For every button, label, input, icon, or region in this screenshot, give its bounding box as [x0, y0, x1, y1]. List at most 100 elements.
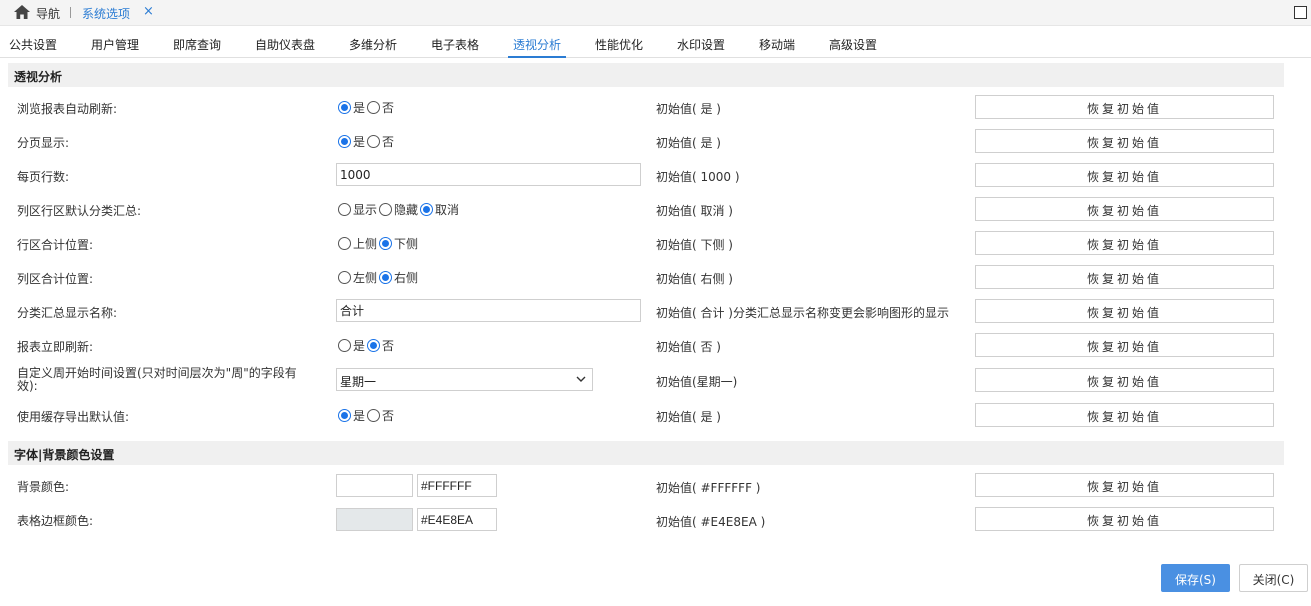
active-tab-title[interactable]: 系统选项	[82, 5, 130, 22]
bg-color-swatch[interactable]	[336, 474, 413, 497]
reset-button[interactable]: 恢复初始值	[975, 231, 1274, 255]
setting-row-auto-refresh: 浏览报表自动刷新: 是 否 初始值( 是 ) 恢复初始值	[0, 92, 1311, 122]
reset-button[interactable]: 恢复初始值	[975, 368, 1274, 392]
reset-button[interactable]: 恢复初始值	[975, 197, 1274, 221]
tab-advanced[interactable]: 高级设置	[829, 36, 877, 58]
reset-button[interactable]: 恢复初始值	[975, 265, 1274, 289]
tab-adhoc-query[interactable]: 即席查询	[173, 36, 221, 58]
bg-color-input[interactable]	[417, 474, 497, 497]
setting-label: 浏览报表自动刷新:	[17, 102, 118, 116]
radio-label: 隐藏	[394, 203, 419, 217]
radio-left[interactable]	[338, 271, 351, 284]
setting-label: 背景颜色:	[17, 480, 70, 494]
home-icon[interactable]	[14, 5, 30, 19]
tab-performance[interactable]: 性能优化	[595, 36, 643, 58]
tab-multidim-analysis[interactable]: 多维分析	[349, 36, 397, 58]
radio-show[interactable]	[338, 203, 351, 216]
initial-value: 初始值( 合计 )分类汇总显示名称变更会影响图形的显示	[656, 306, 949, 320]
radio-group: 是 否	[338, 407, 396, 424]
radio-no[interactable]	[367, 101, 381, 114]
subtotal-name-input[interactable]	[336, 299, 641, 322]
radio-label: 是	[353, 339, 366, 353]
tab-public-settings[interactable]: 公共设置	[9, 36, 57, 58]
section-header-font-bg: 字体|背景颜色设置	[8, 441, 1284, 465]
reset-button[interactable]: 恢复初始值	[975, 129, 1274, 153]
radio-group: 是 否	[338, 337, 396, 354]
nav-label[interactable]: 导航	[36, 5, 60, 22]
section-header-pivot: 透视分析	[8, 63, 1284, 87]
radio-right[interactable]	[379, 271, 393, 284]
initial-value: 初始值( 下侧 )	[656, 238, 733, 252]
border-color-swatch[interactable]	[336, 508, 413, 531]
setting-label: 使用缓存导出默认值:	[17, 410, 130, 424]
radio-hide[interactable]	[379, 203, 393, 216]
radio-no[interactable]	[367, 135, 381, 148]
setting-row-row-total-position: 行区合计位置: 上侧 下侧 初始值( 下侧 ) 恢复初始值	[0, 228, 1311, 258]
save-button[interactable]: 保存(S)	[1161, 564, 1230, 592]
setting-label: 表格边框颜色:	[17, 514, 94, 528]
rows-per-page-input[interactable]	[336, 163, 641, 186]
tab-pivot-analysis[interactable]: 透视分析	[508, 36, 567, 58]
setting-label: 列区行区默认分类汇总:	[17, 204, 142, 218]
initial-value: 初始值( #E4E8EA )	[656, 515, 766, 529]
radio-label: 显示	[353, 203, 378, 217]
week-start-select[interactable]: 星期一	[336, 368, 593, 391]
radio-label: 取消	[435, 203, 460, 217]
border-color-input[interactable]	[417, 508, 497, 531]
reset-button[interactable]: 恢复初始值	[975, 333, 1274, 357]
close-tab-icon[interactable]: ×	[143, 4, 154, 19]
setting-label: 报表立即刷新:	[17, 340, 94, 354]
reset-button[interactable]: 恢复初始值	[975, 163, 1274, 187]
radio-yes[interactable]	[338, 135, 351, 148]
setting-row-border-color: 表格边框颜色: 初始值( #E4E8EA ) 恢复初始值	[0, 504, 1311, 534]
setting-label: 列区合计位置:	[17, 272, 94, 286]
select-value: 星期一	[340, 375, 377, 389]
radio-yes[interactable]	[338, 101, 351, 114]
setting-row-cache-export: 使用缓存导出默认值: 是 否 初始值( 是 ) 恢复初始值	[0, 400, 1311, 430]
initial-value: 初始值( 取消 )	[656, 204, 733, 218]
radio-no[interactable]	[367, 409, 381, 422]
maximize-icon[interactable]	[1294, 6, 1307, 19]
radio-yes[interactable]	[338, 409, 351, 422]
setting-label: 分页显示:	[17, 136, 70, 150]
radio-no[interactable]	[367, 339, 381, 352]
reset-button[interactable]: 恢复初始值	[975, 403, 1274, 427]
setting-label: 分类汇总显示名称:	[17, 306, 118, 320]
reset-button[interactable]: 恢复初始值	[975, 95, 1274, 119]
setting-label: 自定义周开始时间设置(只对时间层次为"周"的字段有效):	[17, 366, 297, 393]
radio-yes[interactable]	[338, 339, 351, 352]
tab-mobile[interactable]: 移动端	[759, 36, 795, 58]
radio-label: 是	[353, 101, 366, 115]
tab-spreadsheet[interactable]: 电子表格	[431, 36, 479, 58]
radio-group: 上侧 下侧	[338, 235, 420, 252]
reset-button[interactable]: 恢复初始值	[975, 507, 1274, 531]
initial-value: 初始值( 否 )	[656, 340, 721, 354]
radio-label: 右侧	[394, 271, 419, 285]
close-button[interactable]: 关闭(C)	[1239, 564, 1308, 592]
radio-label: 是	[353, 135, 366, 149]
tab-watermark[interactable]: 水印设置	[677, 36, 725, 58]
setting-row-default-subtotal: 列区行区默认分类汇总: 显示 隐藏 取消 初始值( 取消 ) 恢复初始值	[0, 194, 1311, 224]
initial-value: 初始值(星期一)	[656, 375, 738, 389]
radio-label: 左侧	[353, 271, 378, 285]
setting-row-week-start: 自定义周开始时间设置(只对时间层次为"周"的字段有效): 星期一 初始值(星期一…	[0, 364, 1311, 394]
tab-user-management[interactable]: 用户管理	[91, 36, 139, 58]
radio-top[interactable]	[338, 237, 351, 250]
radio-cancel[interactable]	[420, 203, 434, 216]
initial-value: 初始值( 是 )	[656, 102, 721, 116]
radio-group: 是 否	[338, 133, 396, 150]
radio-label: 是	[353, 409, 366, 423]
nav-separator	[70, 7, 71, 18]
initial-value: 初始值( 1000 )	[656, 170, 740, 184]
tab-self-dashboard[interactable]: 自助仪表盘	[255, 36, 315, 58]
radio-label: 否	[382, 339, 395, 353]
initial-value: 初始值( 右侧 )	[656, 272, 733, 286]
initial-value: 初始值( 是 )	[656, 136, 721, 150]
radio-label: 下侧	[394, 237, 419, 251]
radio-bottom[interactable]	[379, 237, 393, 250]
top-navigation-bar: 导航 系统选项 ×	[0, 0, 1311, 26]
radio-group: 左侧 右侧	[338, 269, 420, 286]
settings-tabs: 公共设置 用户管理 即席查询 自助仪表盘 多维分析 电子表格 透视分析 性能优化…	[0, 28, 1311, 58]
reset-button[interactable]: 恢复初始值	[975, 473, 1274, 497]
reset-button[interactable]: 恢复初始值	[975, 299, 1274, 323]
